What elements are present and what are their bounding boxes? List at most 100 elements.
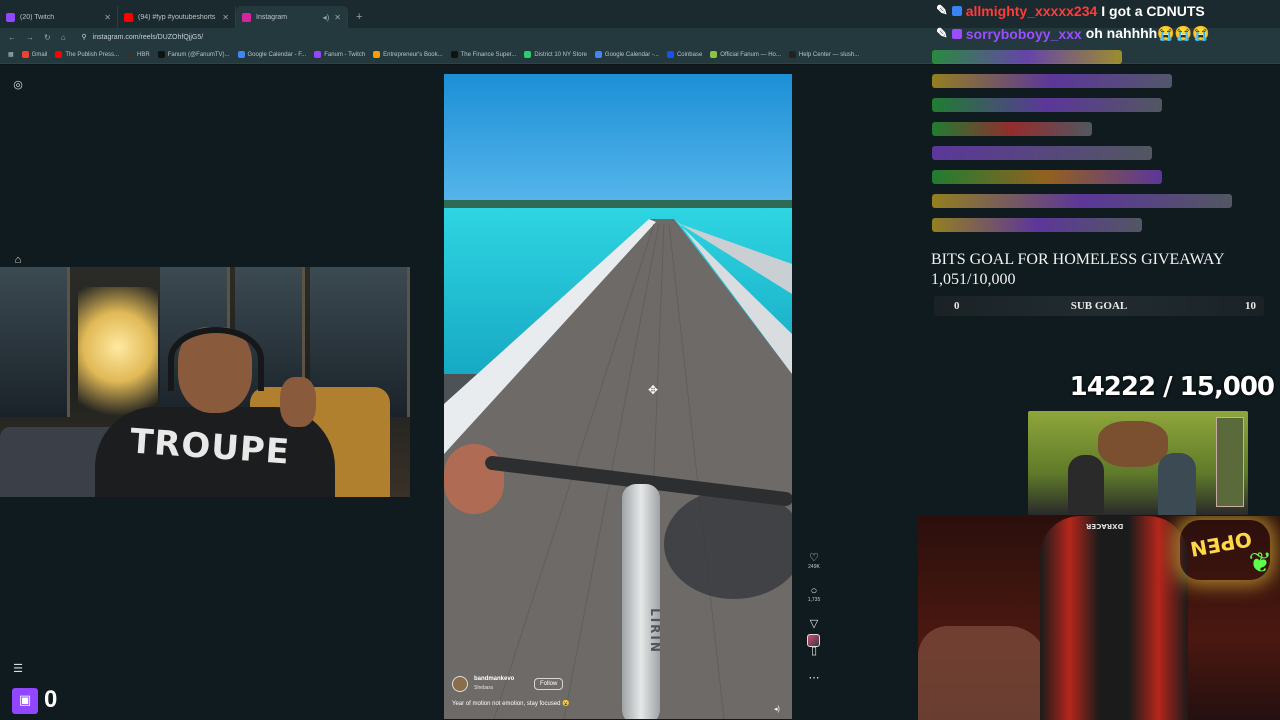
bookmark-item[interactable]: Coinbase: [666, 51, 702, 58]
comment-count: 1,735: [807, 597, 821, 603]
bookmark-item[interactable]: Google Calendar -...: [594, 51, 659, 58]
chat-message: ✎ sorryboboyy_xxx oh nahhhh😭😭😭: [936, 25, 1210, 42]
chat-username: allmighty_xxxxx234: [965, 2, 1098, 19]
youtube-favicon-icon: [124, 12, 133, 22]
reel-location[interactable]: Shebara: [474, 685, 493, 691]
blurred-chat-row: [932, 122, 1092, 136]
share-icon: ▽: [809, 618, 819, 630]
chat-badge-icon: [951, 5, 962, 16]
bookmark-favicon-icon: [21, 51, 29, 58]
home-icon[interactable]: ⌂: [12, 254, 24, 266]
bookmark-favicon-icon: [710, 51, 718, 58]
bookmark-item[interactable]: Fanum (@FanumTV)...: [157, 51, 230, 58]
podcast-person: [1068, 455, 1104, 515]
bookmark-item[interactable]: Help Center — slush...: [788, 51, 859, 58]
sub-goal-label: SUB GOAL: [1070, 300, 1128, 312]
close-icon[interactable]: ✕: [104, 13, 111, 22]
speaker-icon[interactable]: ◂): [323, 13, 330, 22]
bookmark-item[interactable]: Fanum - Twitch: [314, 51, 365, 58]
blurred-chat-row: [932, 170, 1162, 184]
tab-title: Instagram: [256, 13, 288, 21]
comment-icon: ○: [810, 585, 818, 597]
cursor-icon: ✥: [648, 383, 659, 397]
viewer-count: 0: [44, 686, 58, 713]
podcast-person: [1158, 453, 1196, 515]
tab-youtube[interactable]: (94) #fyp #youtubeshorts #sho ✕: [118, 6, 236, 28]
close-icon[interactable]: ✕: [222, 13, 229, 22]
room-camera: DXRACER OPEN ❦: [918, 516, 1280, 720]
site-info-icon[interactable]: ⚲: [82, 33, 87, 41]
heart-icon: ♡: [809, 552, 819, 564]
blurred-chat-row: [932, 218, 1142, 232]
bookmark-item[interactable]: HBR: [127, 51, 150, 58]
screen: (20) Twitch ✕ (94) #fyp #youtubeshorts #…: [0, 0, 1280, 720]
tab-instagram[interactable]: Instagram ◂) ✕: [236, 6, 348, 28]
mute-icon[interactable]: ◂): [774, 705, 780, 713]
bike-brand-label: LIRIN: [647, 608, 662, 654]
bookmark-favicon-icon: [524, 51, 532, 58]
bits-goal-title: BITS GOAL FOR HOMELESS GIVEAWAY: [931, 251, 1225, 268]
goal-counter: 14222 / 15,000: [1069, 372, 1275, 402]
chat-text: oh nahhhh😭😭😭: [1085, 25, 1210, 41]
tab-twitch[interactable]: (20) Twitch ✕: [0, 6, 118, 28]
like-count: 249K: [808, 564, 820, 570]
chat-message: ✎ allmighty_xxxxx234 I got a CDNUTS: [936, 2, 1205, 19]
bookmark-favicon-icon: [594, 51, 602, 58]
new-tab-button[interactable]: +: [356, 11, 362, 23]
home-icon[interactable]: ⌂: [61, 33, 66, 42]
reload-icon[interactable]: ↻: [44, 33, 51, 42]
pencil-icon: ✎: [936, 25, 948, 41]
menu-icon[interactable]: ☰: [12, 663, 24, 675]
apps-icon[interactable]: ▦: [8, 51, 14, 58]
reel-caption: Year of motion not emotion, stay focused…: [452, 701, 570, 707]
bookmark-favicon-icon: [314, 51, 322, 58]
audio-thumbnail[interactable]: [807, 634, 820, 647]
instagram-favicon-icon: [242, 12, 251, 22]
twitch-favicon-icon: [6, 12, 15, 22]
gaming-chair: [1040, 516, 1188, 720]
more-button[interactable]: ⋯: [800, 672, 828, 684]
reel-video[interactable]: LIRIN ✥ bandmankevo Shebara Follow Year …: [444, 74, 792, 719]
bear-statue: [1098, 421, 1168, 467]
bookmark-item[interactable]: Entrepreneur's Book...: [373, 51, 443, 58]
bookmark-favicon-icon: [127, 51, 135, 58]
chat-badge-icon: [951, 28, 962, 39]
bookmark-item[interactable]: Official Fanum — Ho...: [710, 51, 781, 58]
bookmark-favicon-icon: [788, 51, 796, 58]
address-bar[interactable]: ⚲ instagram.com/reels/DUZOhfQjjG5/: [82, 33, 204, 42]
bookmark-item[interactable]: Gmail: [21, 51, 47, 58]
blurred-chat-row: [932, 50, 1122, 64]
reel-footer: bandmankevo Shebara Follow Year of motio…: [452, 674, 782, 718]
sub-goal-max: 10: [1245, 300, 1256, 312]
blurred-chat-row: [932, 146, 1152, 160]
bookmark-item[interactable]: The Publish Press...: [55, 51, 119, 58]
webcam-window: [0, 267, 70, 417]
tab-title: (20) Twitch: [20, 13, 55, 21]
video-hand: [444, 444, 504, 514]
close-icon[interactable]: ✕: [334, 13, 341, 22]
blurred-chat-row: [932, 194, 1232, 208]
blurred-chat-row: [932, 74, 1172, 88]
like-button[interactable]: ♡ 249K: [800, 552, 828, 570]
instagram-logo-icon[interactable]: ◎: [12, 79, 24, 91]
blurred-chat-row: [932, 98, 1162, 112]
bookmark-item[interactable]: Google Calendar - F...: [237, 51, 306, 58]
bits-goal-progress: 1,051/10,000: [931, 271, 1016, 288]
more-icon: ⋯: [808, 672, 820, 684]
chat-text: I got a CDNUTS: [1101, 2, 1205, 19]
avatar[interactable]: [452, 676, 468, 692]
bookmark-item[interactable]: District 10 NY Store: [524, 51, 587, 58]
podcast-camera: [1028, 411, 1248, 515]
share-button[interactable]: ▽: [800, 618, 828, 630]
back-icon[interactable]: ←: [8, 33, 16, 42]
leaf-icon: ❦: [1248, 547, 1272, 578]
reel-username[interactable]: bandmankevo: [474, 676, 514, 682]
bookmark-item[interactable]: The Finance Super...: [450, 51, 516, 58]
bookmark-favicon-icon: [666, 51, 674, 58]
bookmark-favicon-icon: [450, 51, 458, 58]
follow-button[interactable]: Follow: [534, 678, 564, 690]
url-text: instagram.com/reels/DUZOhfQjjG5/: [92, 33, 204, 41]
comment-button[interactable]: ○ 1,735: [800, 585, 828, 603]
headset-icon: [168, 327, 264, 391]
forward-icon[interactable]: →: [26, 33, 34, 42]
